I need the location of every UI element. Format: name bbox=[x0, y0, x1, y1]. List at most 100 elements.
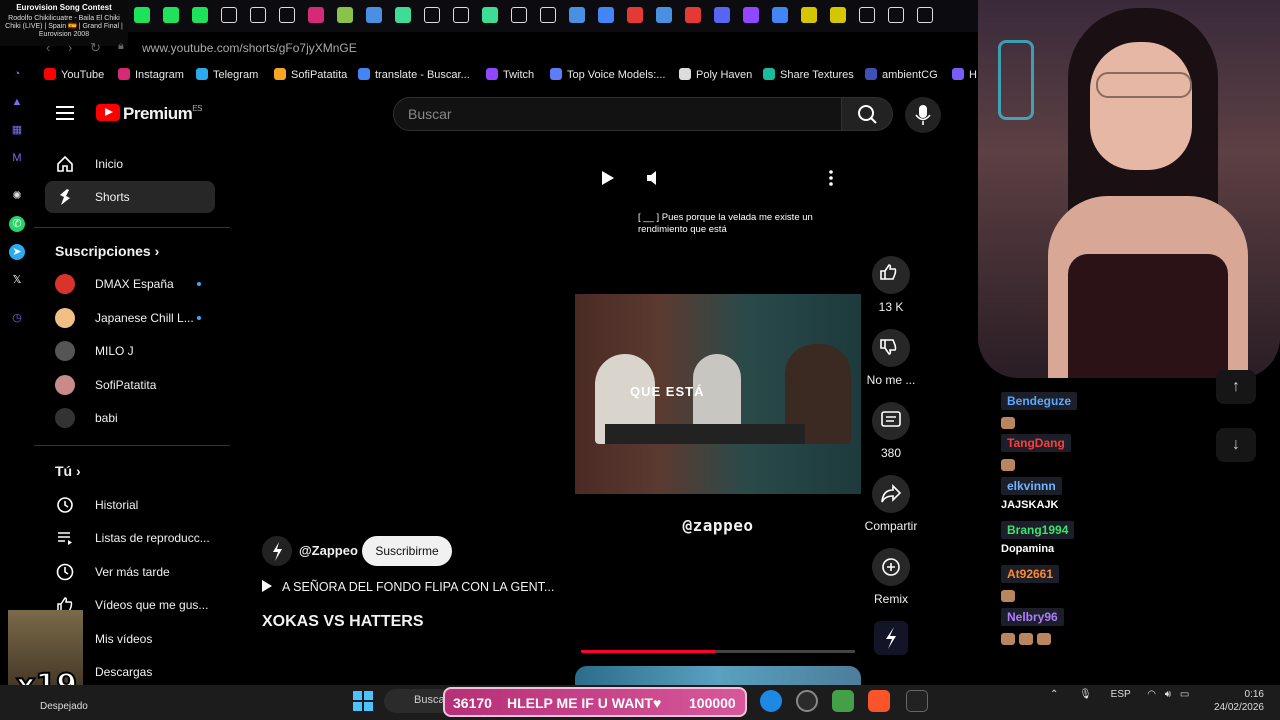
pinned-tab[interactable] bbox=[888, 7, 904, 23]
pinned-tab[interactable] bbox=[569, 7, 585, 23]
battery-icon[interactable]: ▭ bbox=[1180, 689, 1189, 700]
x-icon[interactable]: 𝕏 bbox=[9, 272, 25, 288]
pinned-tab[interactable] bbox=[714, 7, 730, 23]
pinned-tab[interactable] bbox=[482, 7, 498, 23]
bookmark-item[interactable]: Telegram bbox=[196, 68, 258, 81]
pinned-tab[interactable] bbox=[627, 7, 643, 23]
guide-item-watch-later[interactable]: Ver más tarde bbox=[45, 556, 215, 588]
voice-search-button[interactable] bbox=[905, 97, 941, 133]
channel-handle[interactable]: @Zappeo bbox=[299, 543, 358, 558]
telegram-icon[interactable]: ➤ bbox=[9, 244, 25, 260]
pinned-tab[interactable] bbox=[656, 7, 672, 23]
bookmark-item[interactable]: Share Textures bbox=[763, 68, 854, 81]
chat-username[interactable]: elkvinnn bbox=[1001, 477, 1062, 495]
epic-games-icon[interactable] bbox=[906, 690, 928, 712]
shorts-player[interactable]: [ __ ] Pues porque la velada me existe u… bbox=[575, 144, 861, 654]
pinned-tab[interactable] bbox=[337, 7, 353, 23]
app-icon[interactable] bbox=[796, 690, 818, 712]
subscription-item[interactable]: SofiPatatita bbox=[45, 369, 215, 401]
pinned-tab[interactable] bbox=[743, 7, 759, 23]
dislike-button[interactable]: No me ... bbox=[864, 329, 918, 387]
bookmark-item[interactable]: H bbox=[952, 68, 977, 81]
chat-username[interactable]: TangDang bbox=[1001, 434, 1071, 452]
subscription-item[interactable]: MILO J bbox=[45, 335, 215, 367]
reload-icon[interactable]: ↻ bbox=[90, 40, 101, 56]
pinned-tab[interactable] bbox=[453, 7, 469, 23]
volume-icon[interactable] bbox=[643, 168, 663, 188]
mic-tray-icon[interactable]: 🎙︎ bbox=[1079, 689, 1092, 700]
pinned-tab[interactable] bbox=[859, 7, 875, 23]
wifi-icon[interactable]: ◠ bbox=[1147, 689, 1156, 700]
pinned-tab[interactable] bbox=[830, 7, 846, 23]
pinned-tab[interactable] bbox=[540, 7, 556, 23]
subscribe-button[interactable]: Suscribirme bbox=[362, 536, 452, 566]
bookmark-item[interactable]: translate - Buscar... bbox=[358, 68, 470, 81]
video-progress-bar[interactable] bbox=[581, 650, 855, 653]
bookmark-item[interactable]: Instagram bbox=[118, 68, 184, 81]
clock[interactable]: 0:16 24/02/2026 bbox=[1204, 688, 1264, 714]
chat-username[interactable]: Nelbry96 bbox=[1001, 608, 1064, 626]
back-icon[interactable]: ‹ bbox=[46, 40, 50, 55]
pinned-tab[interactable] bbox=[250, 7, 266, 23]
bookmark-item[interactable]: SofiPatatita bbox=[274, 68, 347, 81]
subscription-item[interactable]: babi bbox=[45, 402, 215, 434]
comments-button[interactable]: 380 bbox=[864, 402, 918, 460]
pinned-tab[interactable] bbox=[279, 7, 295, 23]
chat-username[interactable]: At92661 bbox=[1001, 565, 1060, 583]
guide-item-playlists[interactable]: Listas de reproducc... bbox=[45, 522, 215, 554]
chat-username[interactable]: Brang1994 bbox=[1001, 521, 1075, 539]
search-input[interactable]: Buscar bbox=[393, 97, 842, 131]
pinned-tab[interactable] bbox=[308, 7, 324, 23]
whatsapp-icon[interactable]: ✆ bbox=[9, 216, 25, 232]
forward-icon[interactable]: › bbox=[68, 40, 72, 55]
pinned-tab[interactable] bbox=[772, 7, 788, 23]
subscriptions-header[interactable]: Suscripciones › bbox=[55, 243, 159, 259]
bookmark-item[interactable]: ambientCG bbox=[865, 68, 938, 81]
pinned-tab[interactable] bbox=[917, 7, 933, 23]
app-icon[interactable] bbox=[760, 690, 782, 712]
bookmark-item[interactable]: Top Voice Models:... bbox=[550, 68, 665, 81]
more-options-icon[interactable] bbox=[821, 168, 841, 188]
sidebar-app-icon[interactable]: M bbox=[9, 150, 25, 166]
guide-item-inicio[interactable]: Inicio bbox=[45, 148, 215, 180]
bookmark-item[interactable]: YouTube bbox=[44, 68, 104, 81]
history-sidebar-icon[interactable]: ◷ bbox=[9, 310, 25, 326]
chat-username[interactable]: Bendeguze bbox=[1001, 392, 1078, 410]
pinned-tab[interactable] bbox=[221, 7, 237, 23]
pinned-tab[interactable] bbox=[134, 7, 150, 23]
chevron-up-icon[interactable]: ⌃ bbox=[1050, 689, 1058, 700]
pinned-tab[interactable] bbox=[192, 7, 208, 23]
pinned-tab[interactable] bbox=[598, 7, 614, 23]
pinned-tab[interactable] bbox=[366, 7, 382, 23]
youtube-premium-logo[interactable]: PremiumES bbox=[96, 104, 202, 124]
pinned-tab[interactable] bbox=[685, 7, 701, 23]
subscription-item[interactable]: DMAX España bbox=[45, 268, 215, 300]
app-icon[interactable] bbox=[832, 690, 854, 712]
volume-tray-icon[interactable]: 🔊︎ bbox=[1165, 689, 1171, 700]
sidebar-app-icon[interactable]: ◔ bbox=[9, 66, 25, 82]
channel-thumbnail[interactable] bbox=[874, 621, 908, 655]
channel-avatar[interactable] bbox=[262, 536, 292, 566]
sidebar-app-icon[interactable]: ▲ bbox=[9, 94, 25, 110]
start-icon[interactable] bbox=[352, 690, 374, 717]
subscription-item[interactable]: Japanese Chill L... bbox=[45, 302, 215, 334]
bookmark-item[interactable]: Poly Haven bbox=[679, 68, 752, 81]
system-tray[interactable]: ⌃ 🎙︎ ESP ◠ 🔊︎ ▭ bbox=[1050, 689, 1189, 700]
hamburger-menu-icon[interactable] bbox=[56, 106, 74, 122]
scroll-up-icon[interactable]: ↑ bbox=[1216, 370, 1256, 404]
you-header[interactable]: Tú › bbox=[55, 463, 81, 479]
like-button[interactable]: 13 K bbox=[864, 256, 918, 314]
guide-item-shorts[interactable]: Shorts bbox=[45, 181, 215, 213]
pinned-tab[interactable] bbox=[395, 7, 411, 23]
pinned-tab[interactable] bbox=[163, 7, 179, 23]
address-bar[interactable]: ‹ › ↻ 🔒︎ www.youtube.com/shorts/gFo7jyXM… bbox=[34, 36, 980, 60]
chatgpt-icon[interactable]: ✺ bbox=[9, 188, 25, 204]
brave-icon[interactable] bbox=[868, 690, 890, 712]
pinned-tab[interactable] bbox=[801, 7, 817, 23]
play-icon[interactable] bbox=[597, 168, 617, 188]
linked-video[interactable]: A SEÑORA DEL FONDO FLIPA CON LA GENT... bbox=[262, 580, 554, 594]
weather-widget[interactable]: Despejado bbox=[40, 701, 88, 712]
scroll-down-icon[interactable]: ↓ bbox=[1216, 428, 1256, 462]
pinned-tab[interactable] bbox=[511, 7, 527, 23]
pinned-tab[interactable] bbox=[424, 7, 440, 23]
